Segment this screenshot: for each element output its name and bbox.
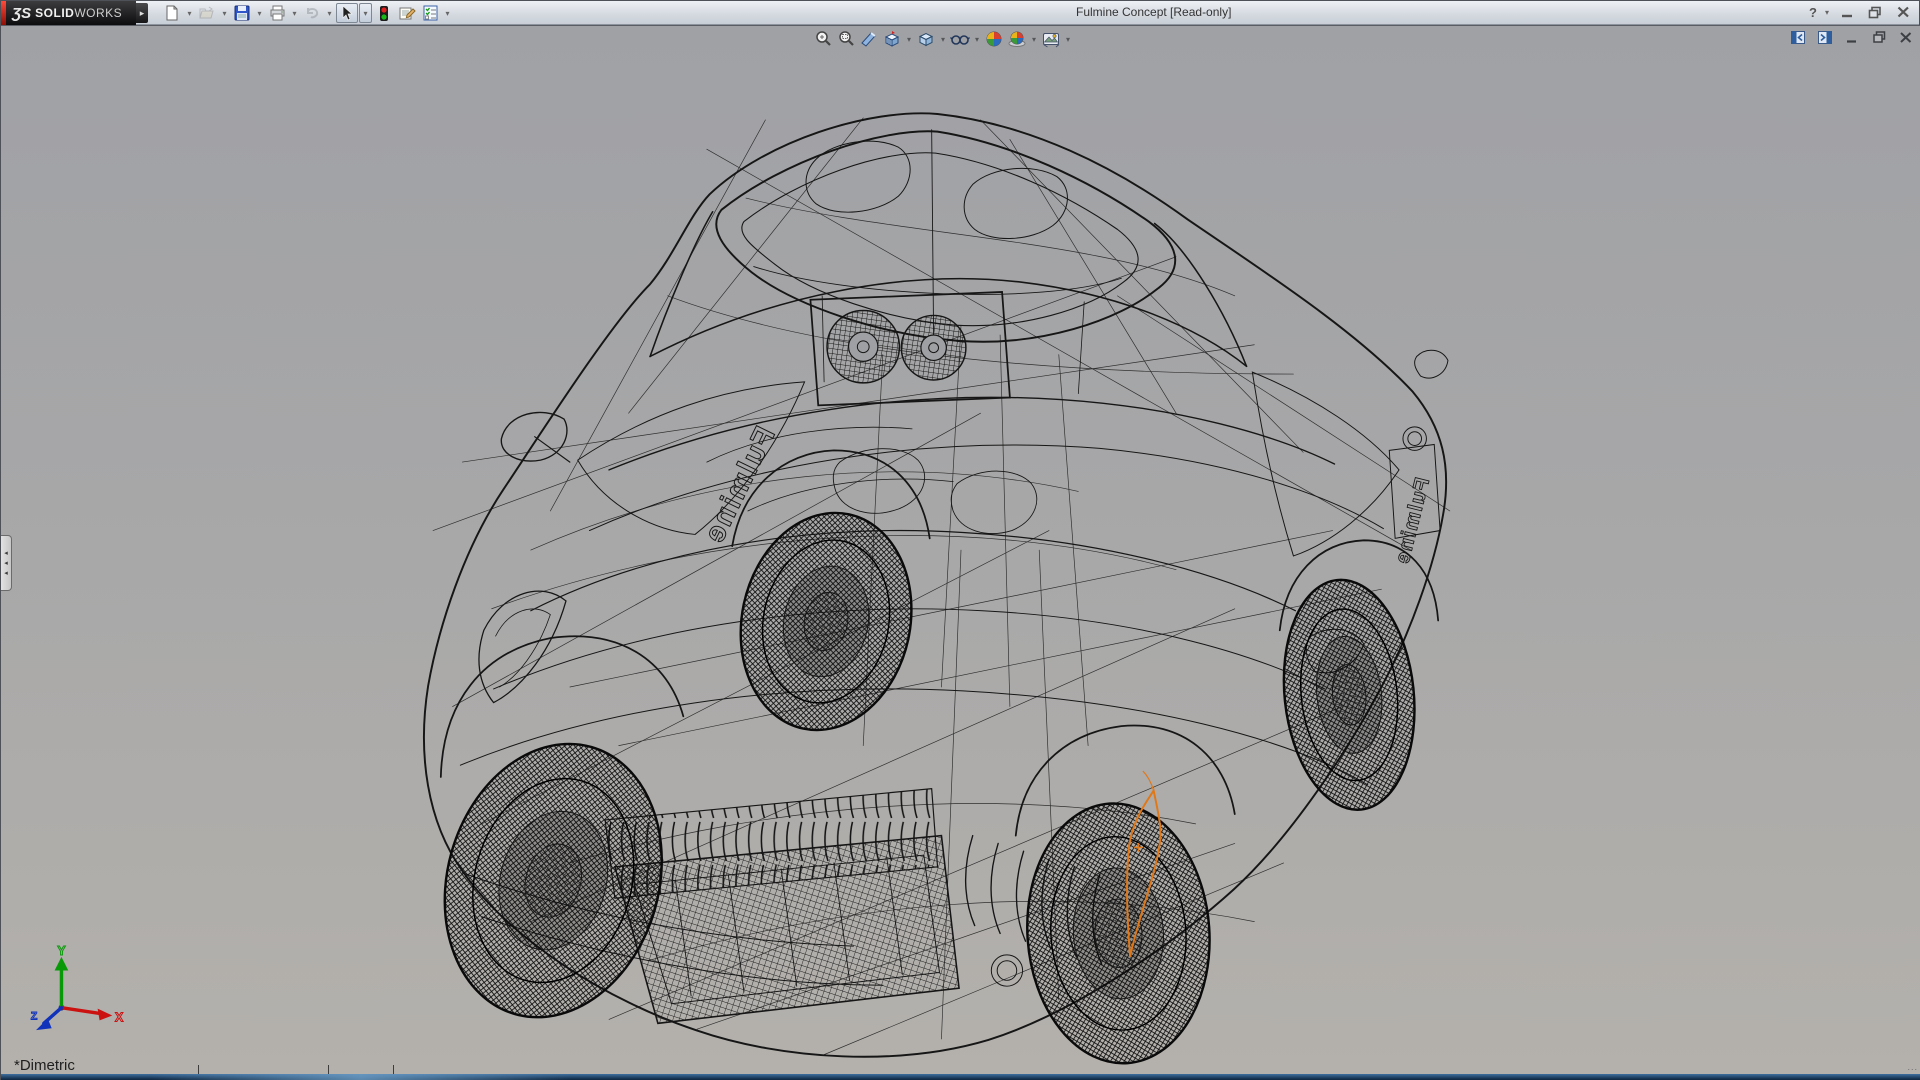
document-title: Fulmine Concept [Read-only] bbox=[1076, 5, 1231, 19]
open-dropdown-icon[interactable]: ▾ bbox=[219, 3, 230, 23]
options-checklist-button[interactable] bbox=[419, 3, 441, 23]
restore-button[interactable] bbox=[1865, 3, 1885, 21]
hide-show-items-button[interactable] bbox=[950, 29, 970, 49]
view-orientation-label: *Dimetric bbox=[14, 1057, 75, 1074]
sunroof-cutout bbox=[964, 168, 1067, 238]
window-controls: ? ▾ bbox=[1803, 3, 1913, 21]
titlebar: ƷS SOLIDWORKS ▸ ▾ ▾ ▾ ▾ ▾ bbox=[1, 1, 1919, 25]
close-button[interactable] bbox=[1893, 3, 1913, 21]
save-button[interactable] bbox=[231, 3, 253, 23]
next-pane-button[interactable] bbox=[1816, 29, 1834, 45]
new-dropdown-icon[interactable]: ▾ bbox=[184, 3, 195, 23]
document-window-controls bbox=[1789, 29, 1915, 45]
view-settings-button[interactable] bbox=[1041, 29, 1061, 49]
display-style-button[interactable] bbox=[916, 29, 936, 49]
help-dropdown-icon[interactable]: ▾ bbox=[1825, 8, 1829, 17]
menu-flyout-arrow-icon[interactable]: ▸ bbox=[136, 3, 148, 23]
new-document-button[interactable] bbox=[161, 3, 183, 23]
zoom-to-fit-button[interactable] bbox=[813, 29, 833, 49]
model-scene[interactable]: Fulmine Fulmine Y X bbox=[1, 26, 1920, 1080]
display-style-dropdown-icon[interactable]: ▾ bbox=[939, 35, 947, 44]
reference-triad: Y X Z bbox=[31, 943, 124, 1030]
minimize-document-button[interactable] bbox=[1843, 29, 1861, 45]
logo-brand-light: WORKS bbox=[74, 6, 122, 20]
logo-mark-icon: ƷS bbox=[12, 5, 31, 22]
apply-scene-button[interactable] bbox=[1007, 29, 1027, 49]
section-view-button[interactable] bbox=[859, 29, 879, 49]
edit-appearance-button[interactable] bbox=[984, 29, 1004, 49]
undo-button[interactable] bbox=[301, 3, 323, 23]
svg-text:X: X bbox=[115, 1009, 124, 1024]
previous-pane-button[interactable] bbox=[1789, 29, 1807, 45]
cowl-speaker-discs bbox=[810, 292, 1009, 405]
heads-up-view-toolbar: ▾ ▾ ▾ ▾ ▾ bbox=[813, 29, 1072, 49]
restore-document-button[interactable] bbox=[1870, 29, 1888, 45]
taskbar-edge bbox=[1, 1074, 1920, 1080]
standard-toolbar: ▾ ▾ ▾ ▾ ▾ ▾ bbox=[161, 2, 453, 24]
view-orientation-dropdown-icon[interactable]: ▾ bbox=[905, 35, 913, 44]
model-logo-left: Fulmine bbox=[697, 421, 782, 549]
svg-text:Fulmine: Fulmine bbox=[697, 421, 782, 549]
select-tool-button[interactable] bbox=[336, 3, 358, 23]
model-logo-right: Fulmine bbox=[1389, 444, 1440, 567]
traffic-light-icon[interactable] bbox=[373, 3, 395, 23]
select-dropdown-icon[interactable]: ▾ bbox=[359, 3, 372, 23]
svg-text:Z: Z bbox=[31, 1010, 38, 1022]
roof-outline bbox=[716, 131, 1175, 341]
svg-text:Y: Y bbox=[57, 943, 66, 958]
collapse-arrow-icon: ◂ bbox=[4, 550, 8, 557]
print-button[interactable] bbox=[266, 3, 288, 23]
help-button[interactable]: ? bbox=[1803, 3, 1823, 21]
hide-show-dropdown-icon[interactable]: ▾ bbox=[973, 35, 981, 44]
collapse-arrow-icon: ◂ bbox=[4, 570, 8, 577]
resize-grip-icon[interactable]: ... bbox=[1907, 1062, 1918, 1072]
view-settings-dropdown-icon[interactable]: ▾ bbox=[1064, 35, 1072, 44]
graphics-viewport[interactable]: Fulmine Fulmine Y X bbox=[1, 25, 1920, 1080]
feature-panel-collapse-tab[interactable]: ◂ ◂ ◂ bbox=[1, 535, 12, 591]
minimize-button[interactable] bbox=[1837, 3, 1857, 21]
print-dropdown-icon[interactable]: ▾ bbox=[289, 3, 300, 23]
view-orientation-button[interactable] bbox=[882, 29, 902, 49]
save-dropdown-icon[interactable]: ▾ bbox=[254, 3, 265, 23]
options-dropdown-icon[interactable]: ▾ bbox=[442, 3, 453, 23]
collapse-arrow-icon: ◂ bbox=[4, 560, 8, 567]
solidworks-logo: ƷS SOLIDWORKS bbox=[6, 1, 136, 25]
close-document-button[interactable] bbox=[1897, 29, 1915, 45]
car-wireframe-model[interactable]: Fulmine Fulmine bbox=[413, 113, 1449, 1069]
undo-dropdown-icon[interactable]: ▾ bbox=[324, 3, 335, 23]
wheel-front-right bbox=[1019, 797, 1219, 1069]
wheel-rear-left bbox=[721, 497, 931, 746]
zoom-to-area-button[interactable] bbox=[836, 29, 856, 49]
wheel-rear-right bbox=[1273, 573, 1425, 816]
right-mirror bbox=[1415, 350, 1448, 378]
apply-scene-dropdown-icon[interactable]: ▾ bbox=[1030, 35, 1038, 44]
solidworks-window: ƷS SOLIDWORKS ▸ ▾ ▾ ▾ ▾ ▾ bbox=[0, 0, 1920, 1080]
logo-brand-bold: SOLID bbox=[35, 6, 74, 20]
edit-note-button[interactable] bbox=[396, 3, 418, 23]
svg-text:Fulmine: Fulmine bbox=[1390, 475, 1434, 567]
open-document-button[interactable] bbox=[196, 3, 218, 23]
